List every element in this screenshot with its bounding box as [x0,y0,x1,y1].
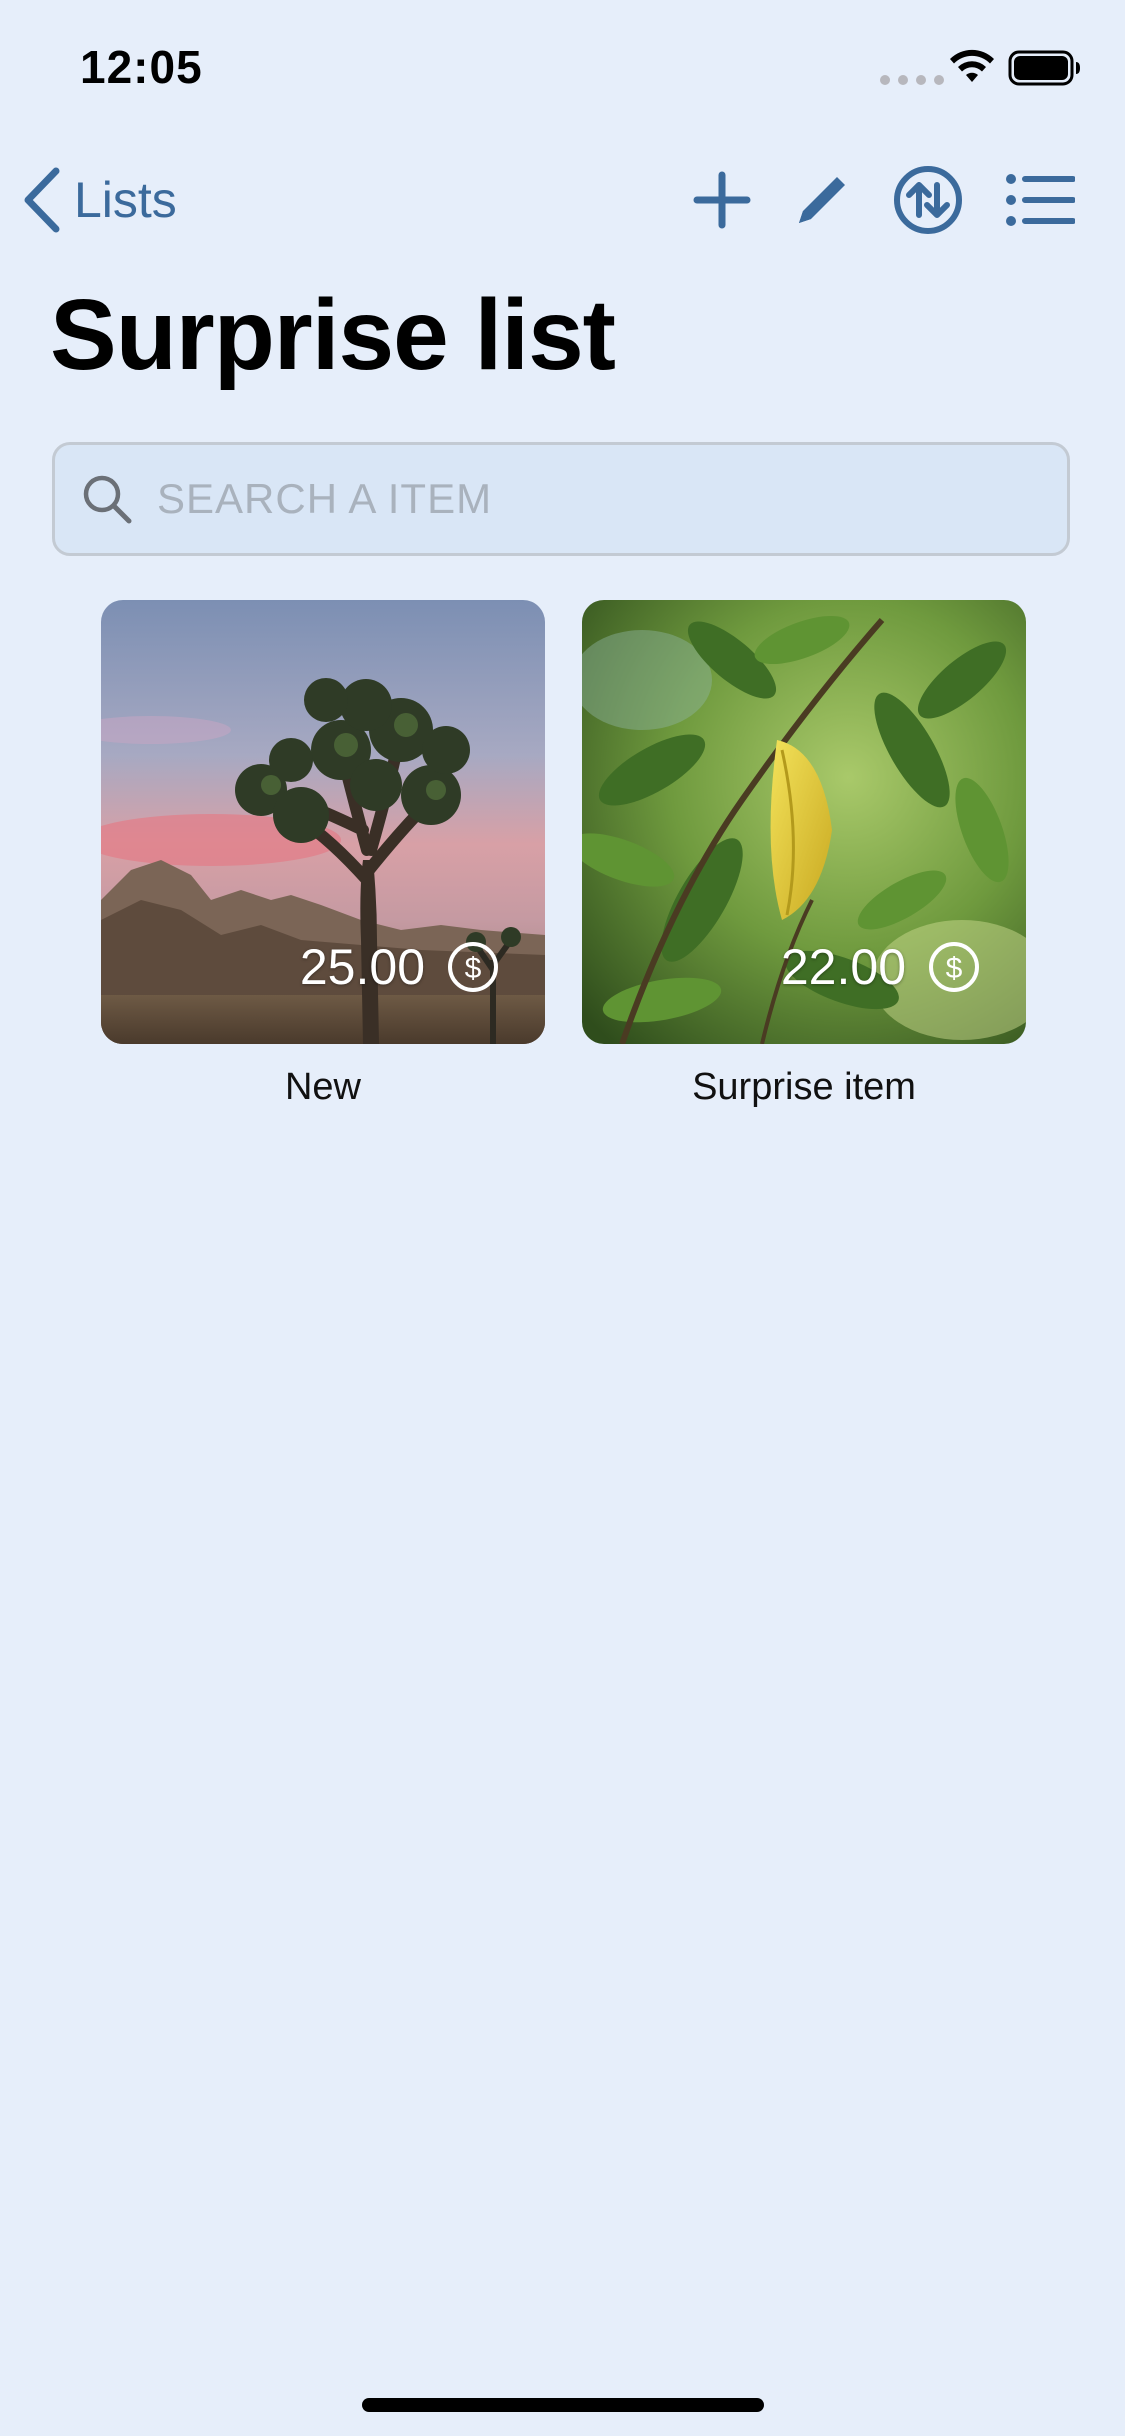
item-price: 25.00 [299,939,425,995]
cellular-signal-icon [880,75,944,85]
chevron-left-icon [24,167,60,233]
wifi-icon [950,49,994,82]
back-button[interactable]: Lists [22,160,177,240]
page-title: Surprise list [50,279,616,391]
price-tag: 22.00 $ [781,938,980,996]
item-image-joshua-tree[interactable]: 25.00 $ [101,600,545,1044]
item-image-green-leaves[interactable]: 22.00 $ [582,600,1026,1044]
list-view-icon [1006,174,1075,226]
list-view-button[interactable] [1002,162,1078,238]
item-card[interactable]: 25.00 $ New [101,600,545,1109]
search-icon [83,475,132,524]
edit-button[interactable] [784,162,860,238]
price-tag: 25.00 $ [300,938,499,996]
home-indicator[interactable] [362,2398,764,2412]
status-time: 12:05 [80,41,203,93]
item-card[interactable]: 22.00 $ Surprise item [582,600,1026,1109]
dollar-circle-icon: $ [448,942,498,992]
dollar-circle-icon: $ [929,942,979,992]
battery-icon [1008,50,1080,86]
search-input[interactable] [155,474,1039,524]
add-button[interactable] [684,162,760,238]
sort-icon [894,166,962,234]
add-icon [693,171,751,229]
sort-button[interactable] [890,162,966,238]
item-name: New [284,1066,362,1108]
item-name: Surprise item [692,1066,916,1108]
back-button-label: Lists [74,172,177,228]
edit-pencil-icon [799,177,845,223]
status-bar: 12:05 [0,0,1125,140]
item-price: 22.00 [780,939,906,995]
search-bar[interactable] [52,442,1070,556]
svg-text:$: $ [946,952,963,985]
navigation-bar: Lists [0,150,1125,250]
svg-text:$: $ [465,952,482,985]
